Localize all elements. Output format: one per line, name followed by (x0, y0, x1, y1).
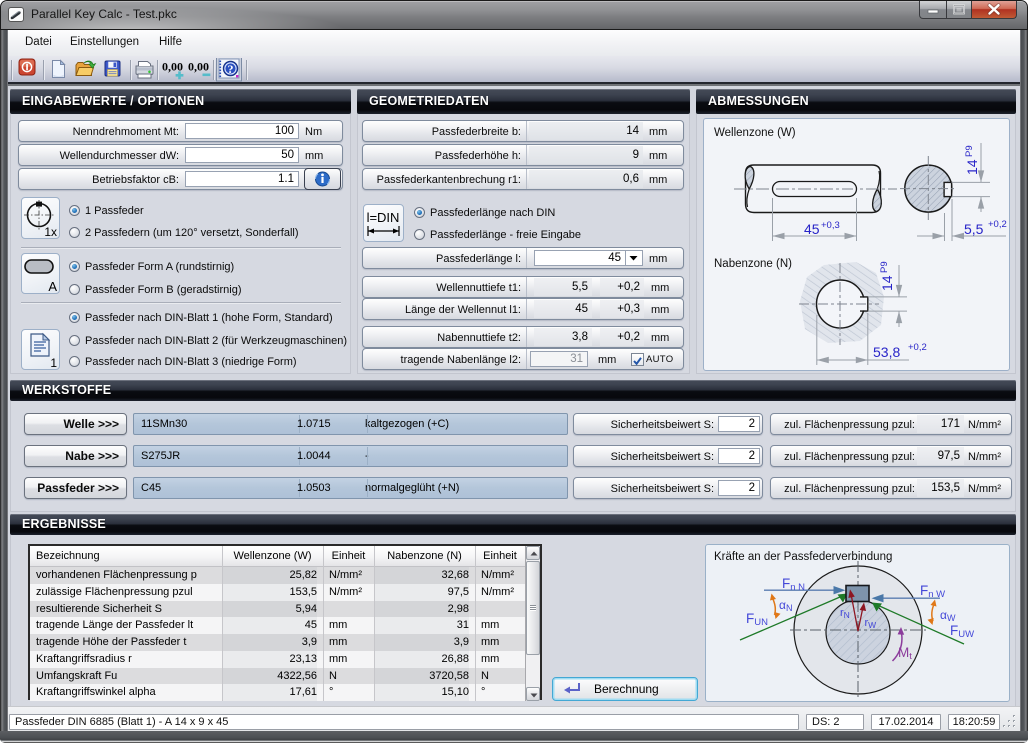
svg-text:14: 14 (879, 275, 895, 291)
svg-text:14: 14 (964, 159, 980, 175)
svg-text:+0,2: +0,2 (908, 342, 927, 353)
svg-text:FUN: FUN (746, 611, 768, 628)
svg-text:Nabenzone (N): Nabenzone (N) (714, 258, 792, 270)
svg-text:αW: αW (940, 608, 956, 623)
svg-text:FUW: FUW (950, 623, 974, 640)
svg-text:Kräfte an der Passfederverbind: Kräfte an der Passfederverbindung (714, 551, 892, 563)
svg-text:Fn W: Fn W (920, 583, 945, 600)
svg-text:A: A (48, 279, 57, 293)
svg-text:+0,2: +0,2 (988, 219, 1007, 230)
svg-text:1: 1 (50, 356, 57, 369)
svg-text:P9: P9 (964, 145, 975, 157)
svg-text:?: ? (228, 62, 234, 76)
svg-text:P9: P9 (879, 261, 890, 273)
svg-text:Fn N: Fn N (782, 576, 805, 593)
svg-text:l=DIN: l=DIN (367, 210, 400, 225)
svg-text:Wellenzone (W): Wellenzone (W) (714, 127, 796, 139)
svg-text:0,00: 0,00 (188, 60, 209, 74)
svg-text:5,5: 5,5 (964, 221, 984, 237)
svg-text:αN: αN (779, 598, 792, 613)
svg-text:1x: 1x (44, 225, 57, 238)
svg-text:45: 45 (804, 221, 820, 237)
svg-text:+0,3: +0,3 (821, 220, 840, 231)
svg-text:53,8: 53,8 (873, 344, 900, 360)
